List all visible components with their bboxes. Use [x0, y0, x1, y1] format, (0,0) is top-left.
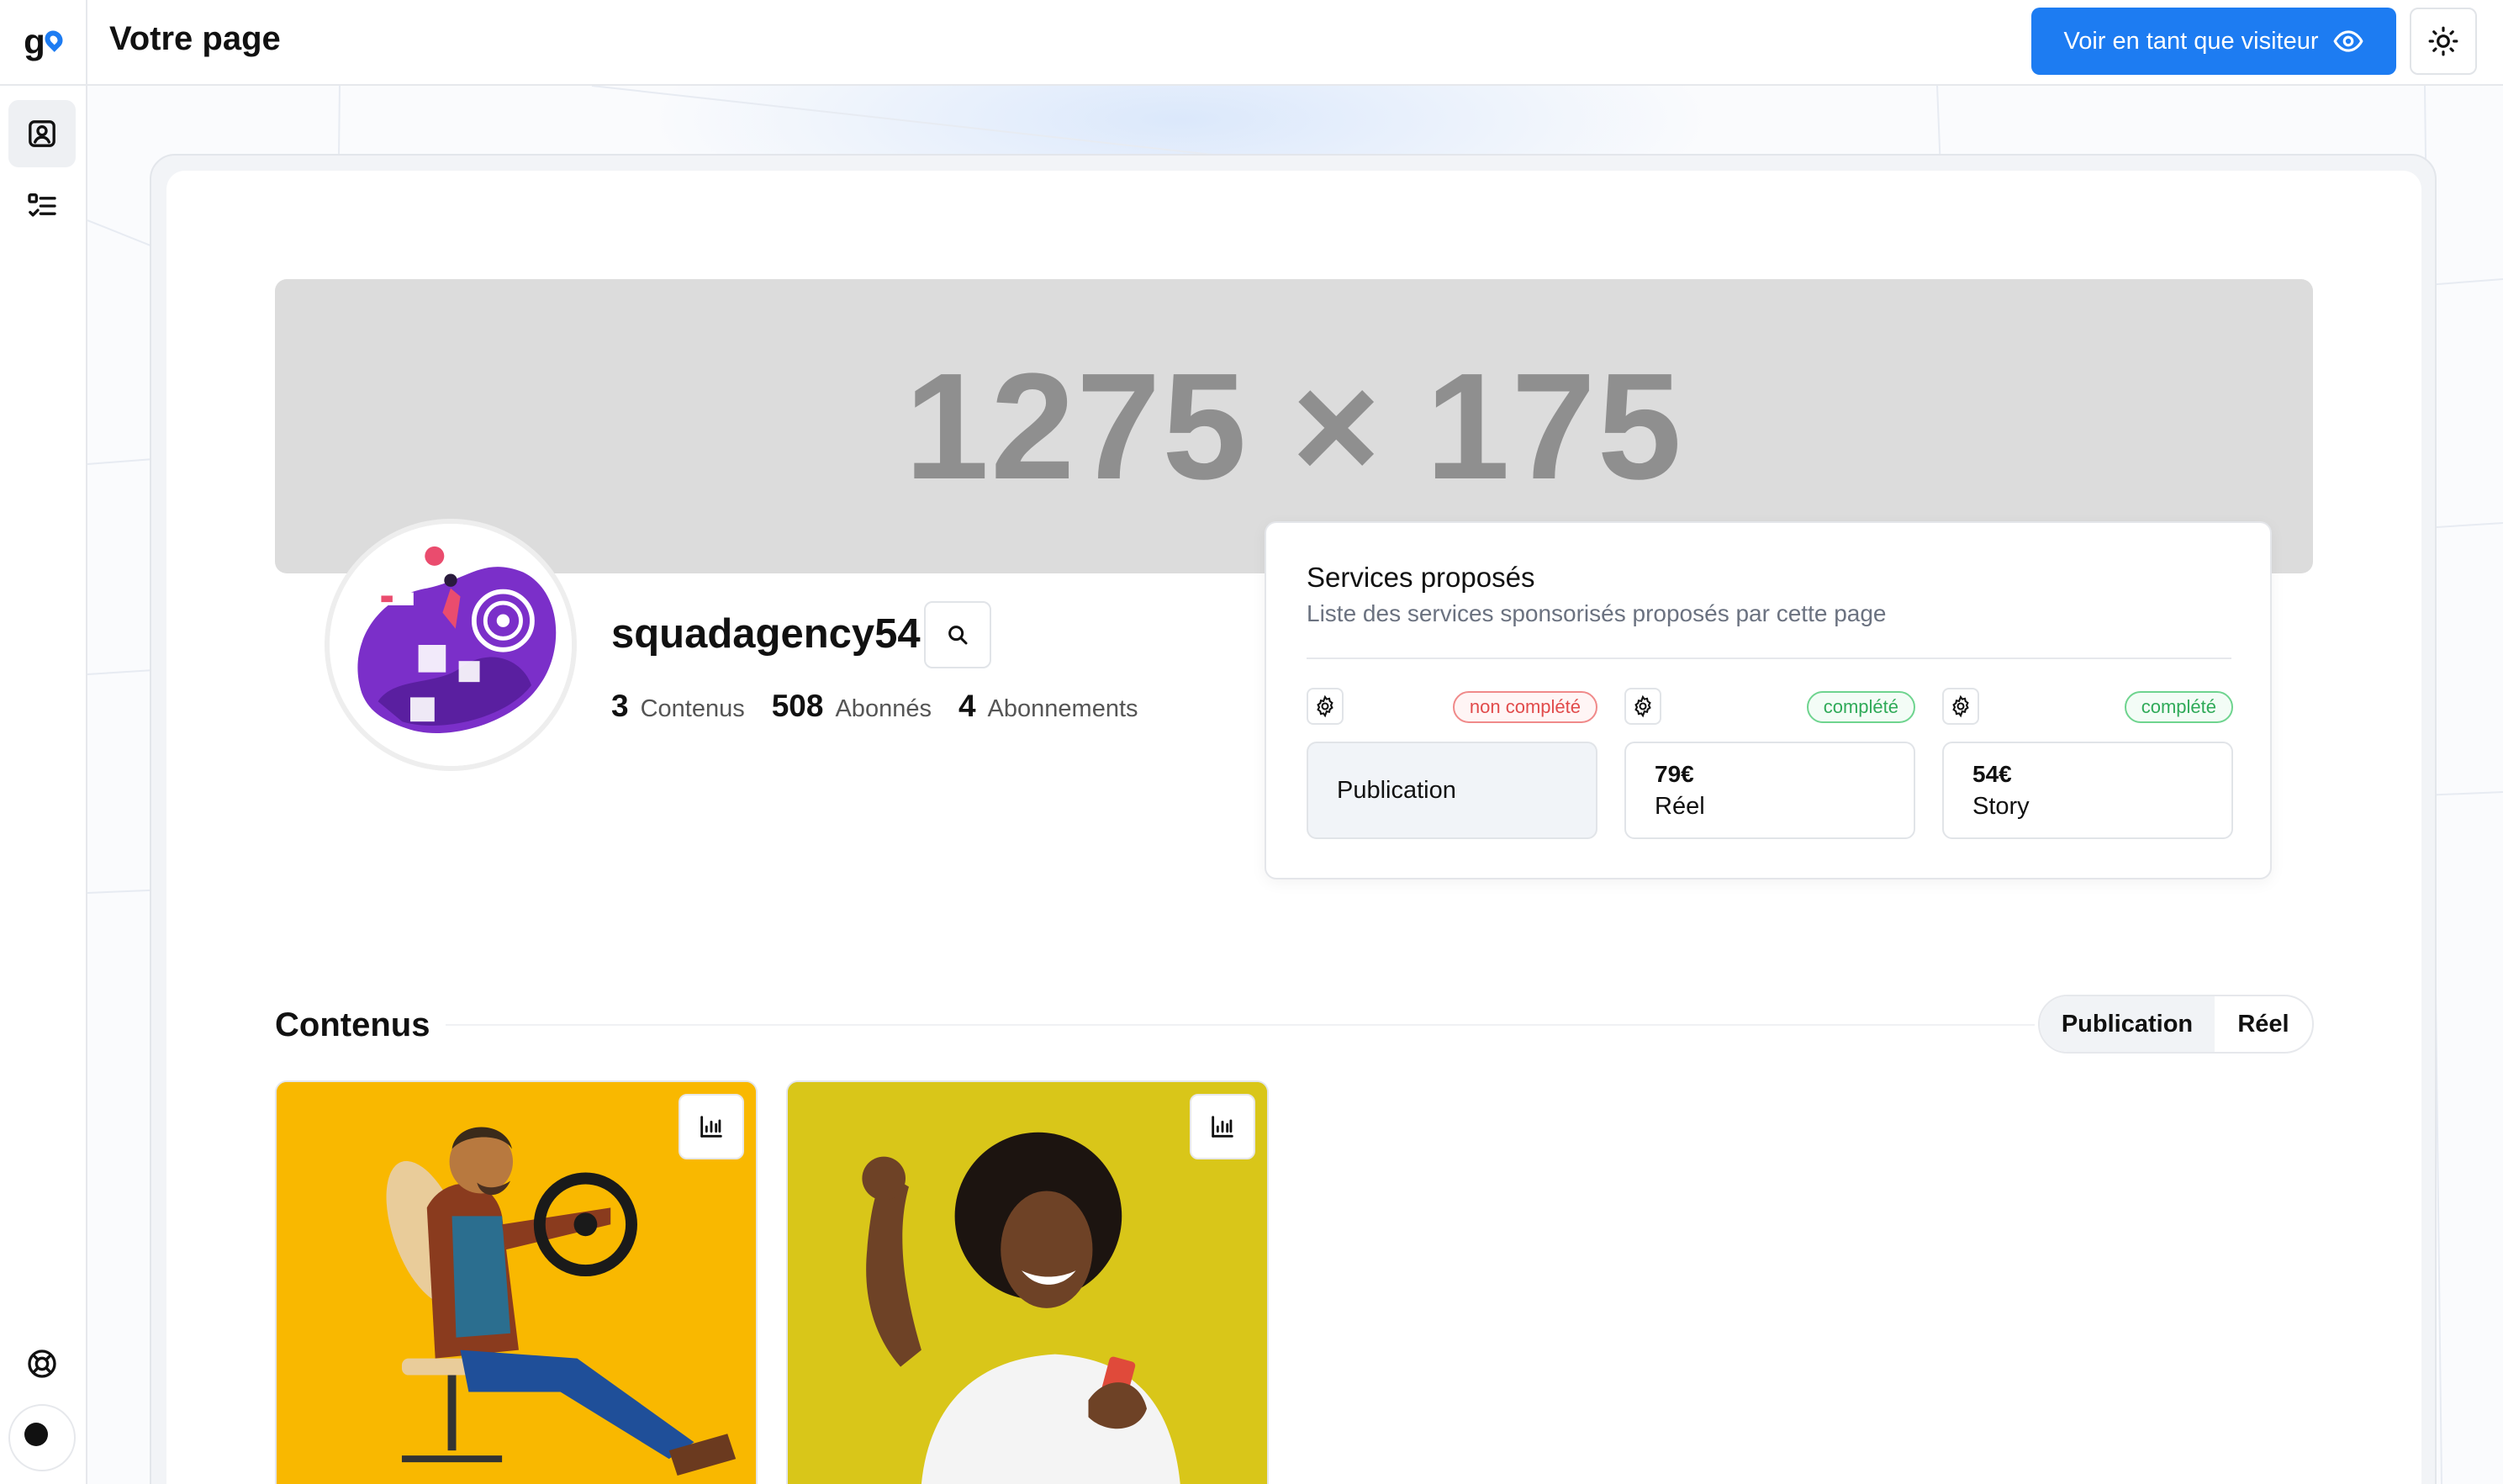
services-panel: Services proposés Liste des services spo… — [1265, 521, 2272, 879]
lifebuoy-icon — [28, 1349, 56, 1378]
service-settings-button[interactable] — [1307, 688, 1344, 725]
page-title: Votre page — [109, 20, 281, 57]
bar-chart-icon — [700, 1116, 722, 1138]
stat-contents-label: Contenus — [640, 695, 745, 722]
service-name: Réel — [1655, 792, 1705, 820]
service-name: Story — [1972, 792, 2030, 820]
service-price: 54€ — [1972, 760, 2012, 787]
profile-card-icon — [29, 120, 55, 147]
content-stats-button[interactable] — [1190, 1094, 1255, 1159]
logo-letter: g — [24, 22, 45, 61]
location-pin-icon — [40, 27, 66, 52]
stat-followers-count: 508 — [771, 689, 824, 723]
sun-icon — [2428, 26, 2458, 56]
app-logo[interactable]: g — [0, 0, 87, 84]
profile-stats: 3 Contenus 508 Abonnés 4 Abonnements — [611, 689, 1165, 724]
stat-following-count: 4 — [958, 689, 976, 723]
theme-toggle-button[interactable] — [2410, 8, 2477, 75]
service-card[interactable]: 54€ Story — [1942, 742, 2233, 839]
stat-contents-count: 3 — [611, 689, 629, 723]
sidebar-item-profile[interactable] — [8, 100, 76, 167]
view-as-visitor-button[interactable]: Voir en tant que visiteur — [2031, 8, 2396, 75]
checklist-icon — [28, 193, 56, 217]
profile-search-button[interactable] — [924, 601, 991, 668]
content-card-2[interactable] — [786, 1080, 1269, 1484]
content-card-1[interactable] — [275, 1080, 758, 1484]
contents-tabs: Publication Réel — [2038, 995, 2314, 1054]
target-illustration-icon — [330, 524, 572, 766]
stat-followers-label: Abonnés — [835, 695, 932, 722]
profile-username: squadagency54 — [611, 611, 921, 657]
service-name: Publication — [1337, 776, 1456, 804]
contents-section-title: Contenus — [275, 1006, 430, 1043]
user-avatar-dot — [24, 1423, 48, 1446]
services-title: Services proposés — [1307, 562, 1535, 593]
top-bar: g Votre page Voir en tant que visiteur — [0, 0, 2503, 86]
service-status-badge: complété — [2124, 691, 2233, 723]
services-divider — [1307, 658, 2231, 659]
bar-chart-icon — [1212, 1116, 1233, 1138]
gear-icon — [1634, 694, 1651, 718]
service-price: 79€ — [1655, 760, 1694, 787]
contents-divider — [446, 1024, 2035, 1026]
view-as-visitor-label: Voir en tant que visiteur — [2063, 27, 2319, 55]
tab-publication[interactable]: Publication — [2040, 996, 2215, 1052]
content-stats-button[interactable] — [679, 1094, 744, 1159]
user-avatar[interactable] — [8, 1404, 76, 1471]
gear-icon — [1952, 694, 1969, 718]
sidebar-item-help[interactable] — [8, 1330, 76, 1397]
sidebar-item-tasks[interactable] — [8, 172, 76, 240]
gear-icon — [1317, 694, 1333, 718]
eye-icon — [2333, 30, 2363, 52]
banner-placeholder-text: 1275 × 175 — [905, 341, 1683, 511]
service-card[interactable]: 79€ Réel — [1624, 742, 1915, 839]
tab-reel[interactable]: Réel — [2215, 996, 2312, 1052]
service-status-badge: non complété — [1452, 691, 1597, 723]
search-icon — [948, 626, 968, 645]
service-settings-button[interactable] — [1942, 688, 1979, 725]
service-settings-button[interactable] — [1624, 688, 1661, 725]
services-subtitle: Liste des services sponsorisés proposés … — [1307, 600, 1887, 626]
stat-following-label: Abonnements — [987, 695, 1138, 722]
service-status-badge: complété — [1806, 691, 1915, 723]
profile-avatar[interactable] — [325, 519, 577, 771]
sidebar — [0, 86, 87, 1484]
service-card[interactable]: Publication — [1307, 742, 1597, 839]
